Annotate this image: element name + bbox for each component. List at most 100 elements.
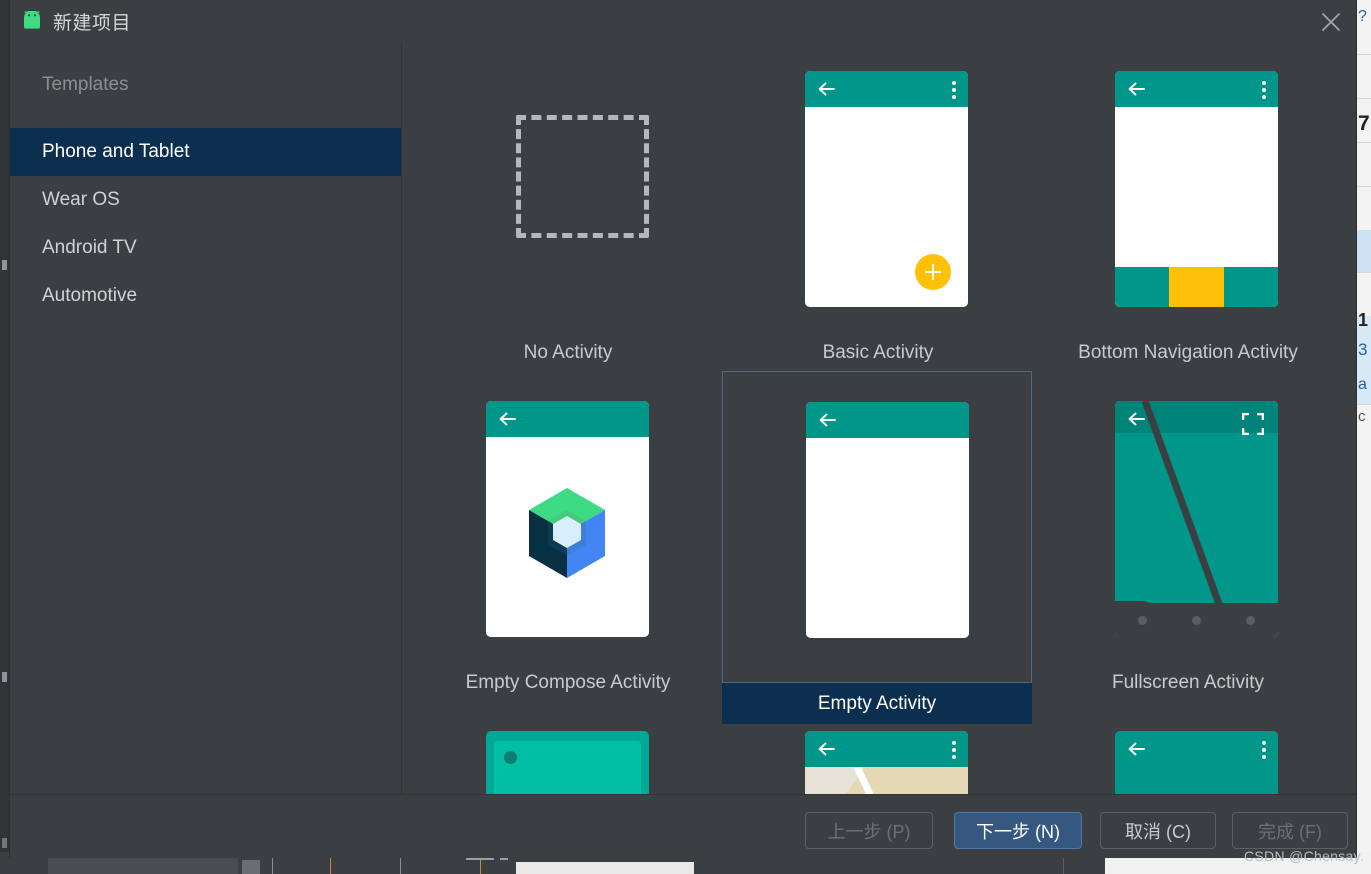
template-thumb-frame bbox=[413, 702, 723, 794]
app-bar bbox=[805, 731, 968, 767]
phone-preview bbox=[805, 731, 968, 794]
app-bar bbox=[1115, 71, 1278, 107]
templates-sidebar: Templates Phone and Tablet Wear OS Andro… bbox=[10, 42, 401, 794]
nav-item-active bbox=[1169, 267, 1224, 307]
fullscreen-content bbox=[1115, 401, 1278, 637]
background-cell-text: ? bbox=[1358, 8, 1367, 25]
app-bar bbox=[806, 402, 969, 438]
template-thumb-frame-selected bbox=[722, 371, 1032, 683]
dialog-title: 新建项目 bbox=[53, 13, 132, 34]
bottom-navigation-bar bbox=[1115, 267, 1278, 307]
next-button-label: 下一步 (N) bbox=[976, 821, 1060, 842]
back-arrow-icon bbox=[817, 80, 836, 103]
template-thumb-frame bbox=[723, 42, 1033, 354]
sidebar-item-label: Phone and Tablet bbox=[42, 141, 190, 162]
overflow-menu-icon bbox=[1262, 741, 1266, 759]
cancel-button[interactable]: 取消 (C) bbox=[1100, 812, 1216, 849]
template-card-label: Fullscreen Activity bbox=[1111, 672, 1265, 693]
back-arrow-icon bbox=[1127, 80, 1146, 103]
sidebar-item-android-tv[interactable]: Android TV bbox=[10, 224, 401, 272]
next-button[interactable]: 下一步 (N) bbox=[954, 812, 1082, 849]
android-robot-icon bbox=[20, 10, 44, 30]
finish-button-label: 完成 (F) bbox=[1258, 821, 1322, 842]
sidebar-item-label: Automotive bbox=[42, 285, 138, 306]
jetpack-compose-logo-icon bbox=[523, 484, 611, 587]
watermark: CSDN @Chensay. bbox=[1244, 848, 1365, 864]
phone-preview bbox=[486, 731, 649, 794]
template-card-label: No Activity bbox=[523, 342, 613, 363]
sidebar-item-wear-os[interactable]: Wear OS bbox=[10, 176, 401, 224]
background-gutter-mark bbox=[2, 672, 7, 682]
template-card-fullscreen-activity[interactable]: Fullscreen Activity bbox=[1033, 372, 1343, 724]
system-navigation-bar bbox=[1115, 603, 1278, 637]
nav-item bbox=[1115, 267, 1170, 307]
background-bottom-tick bbox=[330, 856, 331, 874]
background-bottom-tick bbox=[272, 856, 273, 874]
overflow-menu-icon bbox=[952, 741, 956, 759]
background-bottom-segment bbox=[242, 860, 260, 874]
back-arrow-icon bbox=[498, 410, 517, 433]
background-cell bbox=[1356, 230, 1371, 273]
nav-dot bbox=[1246, 615, 1256, 625]
close-button[interactable] bbox=[1305, 0, 1356, 42]
overflow-menu-icon bbox=[952, 81, 956, 99]
avatar-dot-icon bbox=[504, 751, 517, 764]
template-card-partial-login[interactable] bbox=[1033, 702, 1343, 794]
background-cell-text: 3 bbox=[1358, 340, 1368, 359]
phone-preview bbox=[1115, 71, 1278, 307]
template-gallery[interactable]: No Activity Basic Activity Bottom Naviga… bbox=[402, 42, 1356, 794]
template-card-basic-activity[interactable]: Basic Activity bbox=[723, 42, 1033, 394]
overflow-menu-icon bbox=[1262, 81, 1266, 99]
sidebar-item-phone-and-tablet[interactable]: Phone and Tablet bbox=[10, 128, 401, 176]
template-thumb-frame bbox=[1033, 702, 1343, 794]
dashed-placeholder-icon bbox=[516, 115, 649, 238]
template-thumb-frame bbox=[723, 702, 1033, 794]
previous-button[interactable]: 上一步 (P) bbox=[805, 812, 933, 849]
content-sheet bbox=[494, 741, 641, 794]
phone-preview bbox=[1115, 731, 1278, 794]
background-cell-text: 1 bbox=[1358, 310, 1369, 330]
phone-preview bbox=[486, 401, 649, 637]
background-bottom-segment bbox=[48, 856, 238, 874]
dialog-titlebar: 新建项目 bbox=[10, 0, 1356, 42]
background-bottom-mark bbox=[500, 858, 508, 860]
template-card-label: Bottom Navigation Activity bbox=[1078, 342, 1298, 363]
template-card-label: Basic Activity bbox=[822, 342, 934, 363]
floating-action-button-icon bbox=[915, 254, 951, 290]
sidebar-header: Templates bbox=[42, 74, 129, 95]
phone-preview bbox=[1115, 401, 1278, 637]
template-thumb-frame bbox=[413, 372, 723, 684]
template-card-no-activity[interactable]: No Activity bbox=[413, 42, 723, 394]
background-bottom-tick bbox=[400, 856, 401, 874]
background-gutter-mark bbox=[2, 838, 7, 848]
background-cell bbox=[1356, 142, 1371, 187]
app-bar bbox=[1115, 731, 1278, 794]
template-thumb-frame bbox=[413, 42, 723, 354]
phone-preview bbox=[805, 71, 968, 307]
template-card-empty-activity[interactable]: Empty Activity bbox=[722, 371, 1032, 724]
nav-dot bbox=[1137, 615, 1147, 625]
back-arrow-icon bbox=[1127, 410, 1146, 433]
template-card-partial-map[interactable] bbox=[723, 702, 1033, 794]
content-sheet bbox=[806, 438, 969, 638]
phone-preview bbox=[806, 402, 969, 638]
dialog-footer: 上一步 (P) 下一步 (N) 取消 (C) 完成 (F) bbox=[10, 794, 1356, 858]
template-thumb-frame bbox=[1033, 372, 1343, 684]
map-surface bbox=[805, 765, 968, 794]
template-card-bottom-navigation-activity[interactable]: Bottom Navigation Activity bbox=[1033, 42, 1343, 394]
background-bottom-mark bbox=[466, 858, 494, 860]
background-cell-text: a bbox=[1358, 376, 1367, 393]
template-card-partial-landscape[interactable] bbox=[413, 702, 723, 794]
cancel-button-label: 取消 (C) bbox=[1125, 821, 1191, 842]
screen: ? 7 1 3 a c 新建项目 Templates Phone and Tab… bbox=[0, 0, 1371, 874]
back-arrow-icon bbox=[1127, 740, 1146, 763]
sidebar-item-automotive[interactable]: Automotive bbox=[10, 272, 401, 320]
nav-item bbox=[1223, 267, 1278, 307]
template-card-empty-compose-activity[interactable]: Empty Compose Activity bbox=[413, 372, 723, 724]
template-thumb-frame bbox=[1033, 42, 1343, 354]
new-project-dialog: 新建项目 Templates Phone and Tablet Wear OS … bbox=[10, 0, 1356, 858]
nav-dot bbox=[1191, 615, 1201, 625]
finish-button[interactable]: 完成 (F) bbox=[1232, 812, 1348, 849]
sidebar-item-label: Wear OS bbox=[42, 189, 120, 210]
previous-button-label: 上一步 (P) bbox=[827, 821, 911, 842]
